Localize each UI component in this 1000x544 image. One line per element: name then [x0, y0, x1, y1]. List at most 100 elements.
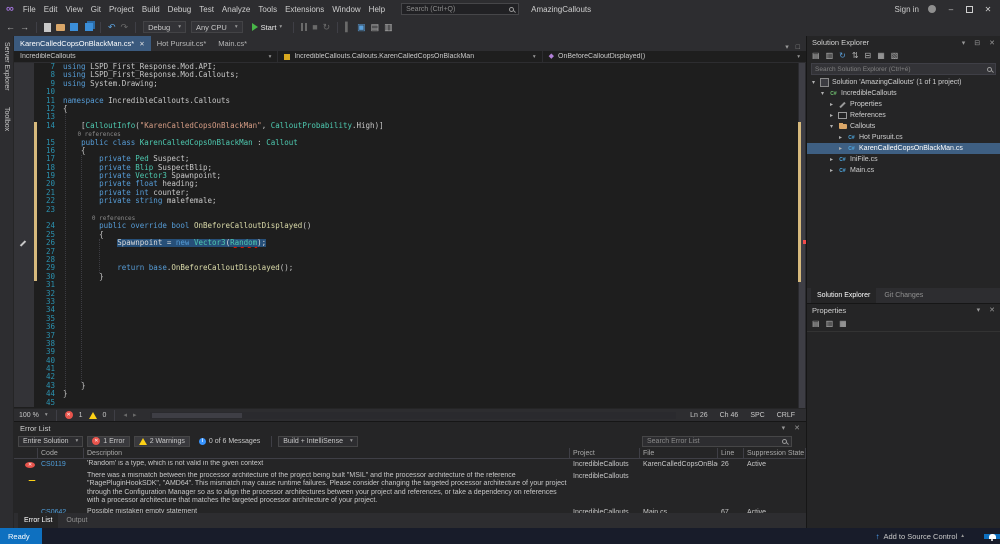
menu-file[interactable]: File	[19, 4, 40, 15]
chevron-down-icon[interactable]: ▾	[819, 90, 826, 97]
code-line[interactable]: 8using LSPD_First_Response.Mod.Callouts;	[14, 71, 806, 79]
editor-vertical-scrollbar[interactable]	[798, 63, 806, 408]
code-line[interactable]: 45	[14, 399, 806, 407]
col-line[interactable]: Line	[718, 448, 744, 458]
panel-tab-solution-explorer[interactable]: Solution Explorer	[811, 288, 876, 303]
sidebar-tab-toolbox[interactable]: Toolbox	[3, 107, 10, 131]
add-to-source-control-button[interactable]: Add to Source Control	[883, 532, 957, 541]
code-line[interactable]: 44}	[14, 390, 806, 398]
tree-item[interactable]: ▸References	[807, 110, 1000, 121]
tree-item[interactable]: ▸C#Hot Pursuit.cs	[807, 132, 1000, 143]
code-line[interactable]: 24 public override bool OnBeforeCalloutD…	[14, 222, 806, 230]
menu-extensions[interactable]: Extensions	[281, 4, 328, 15]
chevron-down-icon[interactable]: ▾	[828, 123, 835, 130]
chevron-right-icon[interactable]: ▸	[837, 145, 844, 152]
menu-edit[interactable]: Edit	[40, 4, 62, 15]
float-window-icon[interactable]: □	[796, 44, 800, 51]
tree-item[interactable]: ▾Solution 'AmazingCallouts' (1 of 1 proj…	[807, 77, 1000, 88]
options-icon[interactable]: ▤	[371, 23, 380, 32]
code-line[interactable]: 32	[14, 290, 806, 298]
chevron-down-icon[interactable]: ▾	[785, 43, 789, 51]
tree-item[interactable]: ▸C#Main.cs	[807, 165, 1000, 176]
panel-tab-error-list[interactable]: Error List	[18, 513, 58, 528]
configuration-dropdown[interactable]: Debug ▾	[143, 21, 186, 33]
code-line[interactable]: 29 return base.OnBeforeCalloutDisplayed(…	[14, 264, 806, 272]
error-list-search-box[interactable]: Search Error List	[642, 436, 792, 447]
chevron-right-icon[interactable]: ▸	[828, 112, 835, 119]
toolwindow-menu-icon[interactable]: ▾	[962, 39, 966, 47]
tree-item[interactable]: ▸C#IniFile.cs	[807, 154, 1000, 165]
code-line[interactable]: 25 {	[14, 231, 806, 239]
minimize-button[interactable]: –	[945, 5, 957, 14]
chevron-up-icon[interactable]: ▴	[961, 533, 964, 539]
open-file-icon[interactable]	[56, 24, 65, 31]
code-line[interactable]: 14 [CalloutInfo("KarenCalledCopsOnBlackM…	[14, 122, 806, 130]
menu-test[interactable]: Test	[195, 4, 218, 15]
codelens-row[interactable]: 0 references	[14, 130, 806, 138]
sidebar-tab-server-explorer[interactable]: Server Explorer	[3, 42, 10, 91]
caret-line[interactable]: Ln 26	[690, 412, 708, 419]
document-tab[interactable]: Hot Pursuit.cs*	[151, 36, 213, 51]
avatar[interactable]	[928, 5, 936, 13]
restart-icon[interactable]: ↻	[323, 23, 331, 32]
tab-close-icon[interactable]: ✕	[139, 40, 144, 48]
step-into-icon[interactable]: ▍	[345, 23, 352, 32]
platform-dropdown[interactable]: Any CPU ▾	[191, 21, 243, 33]
properties-icon[interactable]: ▧	[891, 51, 899, 60]
code-line[interactable]: 17 private Ped Suspect;	[14, 155, 806, 163]
start-debugging-button[interactable]: Start ▾	[248, 23, 287, 32]
tree-item[interactable]: ▸Properties	[807, 99, 1000, 110]
tree-item[interactable]: ▾Callouts	[807, 121, 1000, 132]
code-line[interactable]: 37	[14, 332, 806, 340]
code-line[interactable]: 19 private Vector3 Spawnpoint;	[14, 172, 806, 180]
document-tab[interactable]: Main.cs*	[212, 36, 253, 51]
code-line[interactable]: 18 private Blip SuspectBlip;	[14, 164, 806, 172]
code-line[interactable]: 31	[14, 281, 806, 289]
scrollbar-thumb[interactable]	[152, 413, 242, 418]
menu-view[interactable]: View	[62, 4, 87, 15]
quick-search-box[interactable]: Search (Ctrl+Q)	[401, 3, 519, 15]
menu-window[interactable]: Window	[328, 4, 364, 15]
code-editor[interactable]: 7using LSPD_First_Response.Mod.API;8usin…	[14, 63, 806, 408]
menu-build[interactable]: Build	[138, 4, 164, 15]
close-icon[interactable]: ✕	[989, 39, 995, 47]
code-line[interactable]: 33	[14, 298, 806, 306]
member-dropdown[interactable]: ◆ OnBeforeCalloutDisplayed() ▾	[543, 51, 806, 62]
code-line[interactable]: 22 private string malefemale;	[14, 197, 806, 205]
error-row[interactable]: There was a mismatch between the process…	[14, 471, 806, 507]
codelens-row[interactable]: 0 references	[14, 214, 806, 222]
error-count-icon[interactable]: ✕	[65, 411, 73, 419]
chevron-down-icon[interactable]: ▾	[782, 424, 786, 432]
code-line[interactable]: 9using System.Drawing;	[14, 80, 806, 88]
maximize-button[interactable]	[966, 6, 973, 13]
messages-toggle-button[interactable]: i 0 of 6 Messages	[194, 436, 265, 447]
indent-mode[interactable]: SPC	[750, 412, 764, 419]
code-line[interactable]: 27	[14, 248, 806, 256]
show-all-files-icon[interactable]: ▦	[877, 51, 885, 60]
quick-actions-icon[interactable]	[20, 241, 26, 247]
scope-filter-dropdown[interactable]: Entire Solution ▾	[18, 436, 83, 447]
editor-horizontal-scrollbar[interactable]	[150, 412, 676, 419]
col-code[interactable]: Code	[38, 448, 84, 458]
col-file[interactable]: File	[640, 448, 718, 458]
code-line[interactable]: 40	[14, 357, 806, 365]
code-line[interactable]: 12{	[14, 105, 806, 113]
menu-git[interactable]: Git	[87, 4, 105, 15]
col-project[interactable]: Project	[570, 448, 640, 458]
code-line[interactable]: 28	[14, 256, 806, 264]
project-dropdown[interactable]: IncredibleCallouts ▾	[14, 51, 278, 62]
code-line[interactable]: 38	[14, 340, 806, 348]
zoom-level[interactable]: 100 %	[19, 412, 39, 419]
code-line[interactable]: 42	[14, 373, 806, 381]
code-line[interactable]: 43 }	[14, 382, 806, 390]
code-line[interactable]: 30 }	[14, 273, 806, 281]
code-line[interactable]: 13	[14, 113, 806, 121]
panel-tab-git-changes[interactable]: Git Changes	[878, 288, 929, 303]
warning-count-icon[interactable]	[89, 412, 97, 419]
type-dropdown[interactable]: IncredibleCallouts.Callouts.KarenCalledC…	[278, 51, 542, 62]
chevron-right-icon[interactable]: ▸	[837, 134, 844, 141]
col-description[interactable]: Description	[84, 448, 570, 458]
code-line[interactable]: 20 private float heading;	[14, 180, 806, 188]
menu-project[interactable]: Project	[105, 4, 138, 15]
find-in-files-icon[interactable]: ▣	[357, 23, 366, 32]
